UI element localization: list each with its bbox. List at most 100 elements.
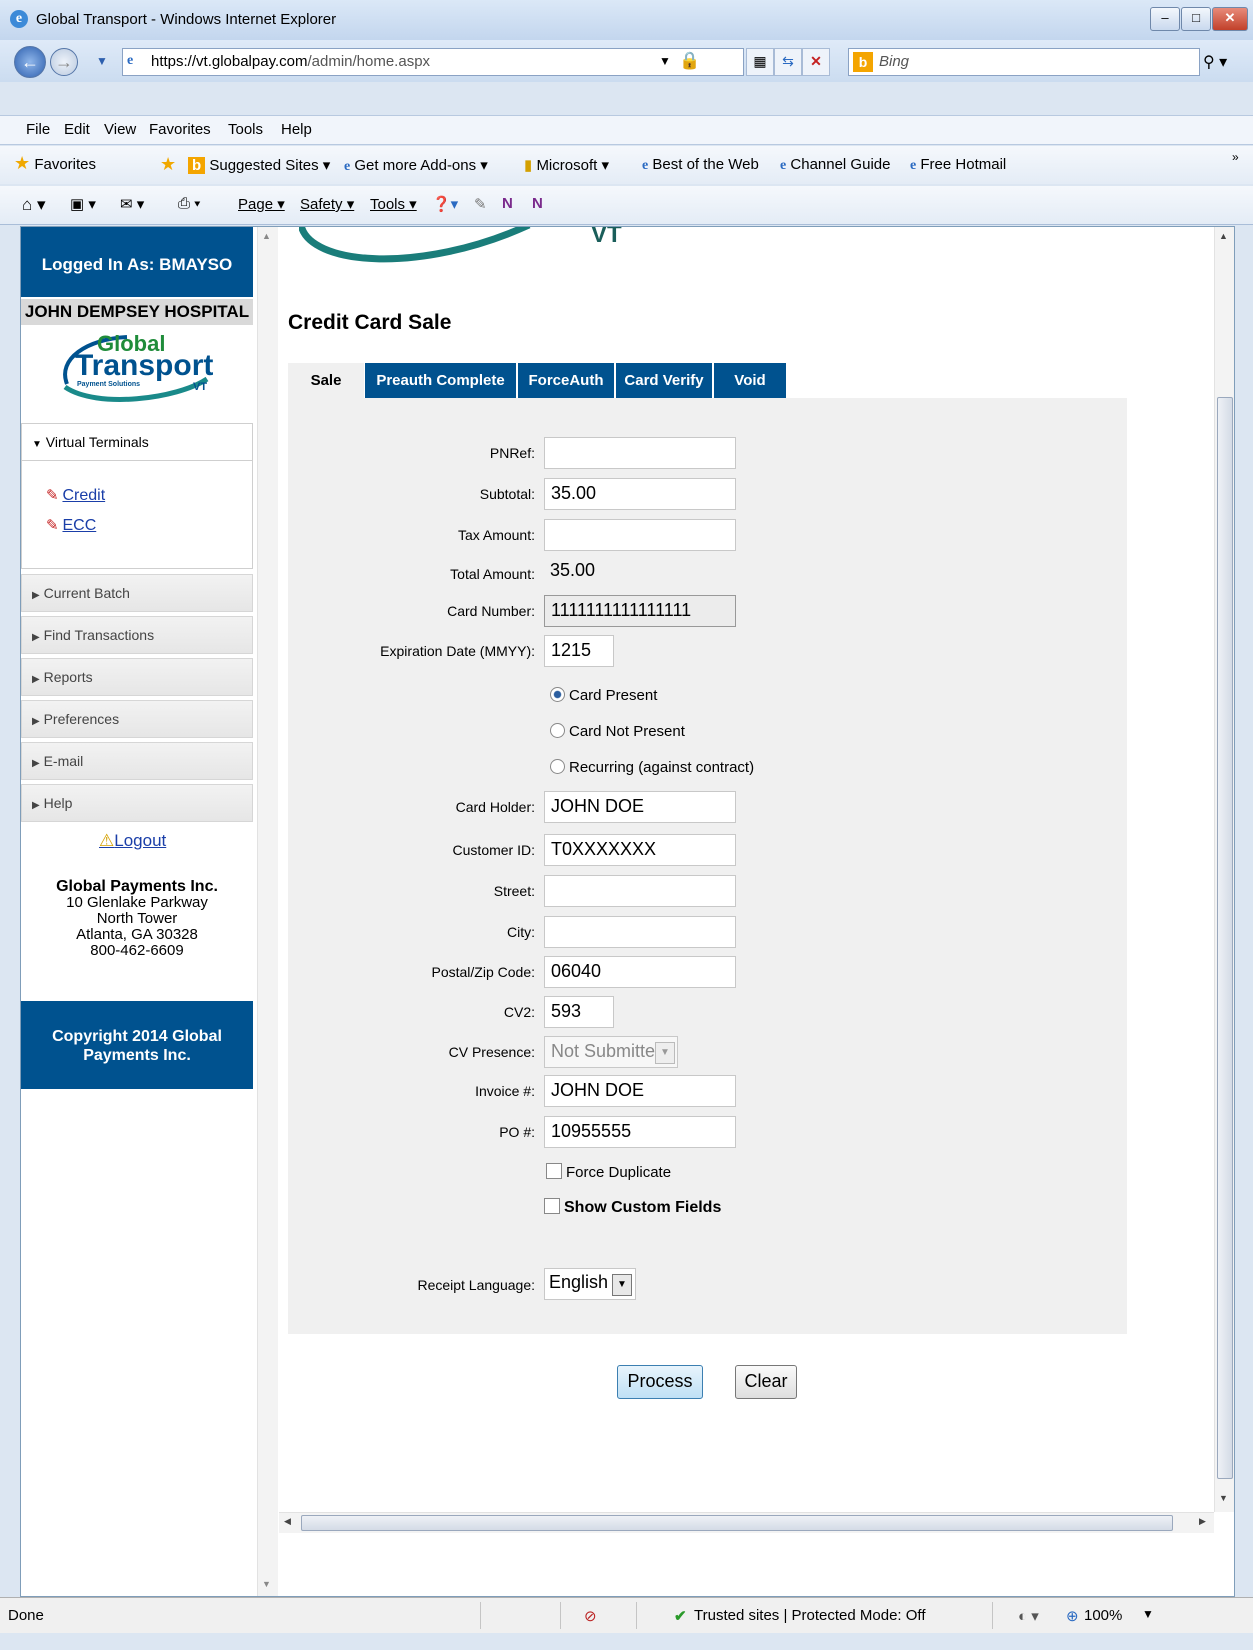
menu-file[interactable]: File bbox=[26, 121, 50, 138]
favorites-bar: ★ Favorites ★ b Suggested Sites ▾ e Get … bbox=[0, 146, 1253, 184]
virtual-terminals-header[interactable]: ▼ Virtual Terminals bbox=[21, 423, 253, 461]
pnref-field[interactable] bbox=[544, 437, 736, 469]
fav-hotmail[interactable]: e Free Hotmail bbox=[910, 156, 1006, 174]
security-zone[interactable]: Trusted sites | Protected Mode: Off bbox=[694, 1607, 926, 1624]
po-field[interactable]: 10955555 bbox=[544, 1116, 736, 1148]
print-icon[interactable]: ⎙ ▾ bbox=[178, 195, 200, 212]
menu-tools[interactable]: Tools bbox=[228, 121, 263, 138]
scroll-up-icon[interactable]: ▲ bbox=[262, 231, 271, 241]
fav-addons[interactable]: e Get more Add-ons ▾ bbox=[344, 156, 488, 175]
horizontal-scroll-thumb[interactable] bbox=[301, 1515, 1173, 1531]
sidebar-item-help[interactable]: ▶ Help bbox=[21, 784, 253, 822]
invoice-field[interactable]: JOHN DOE bbox=[544, 1075, 736, 1107]
refresh-icon[interactable]: ⇆ bbox=[774, 48, 802, 76]
search-icon[interactable]: ⚲ ▾ bbox=[1203, 52, 1227, 72]
tab-void[interactable]: Void bbox=[714, 363, 786, 398]
lock-icon[interactable]: 🔒 bbox=[679, 51, 700, 71]
maximize-button[interactable]: □ bbox=[1181, 7, 1211, 31]
sidebar-item-reports[interactable]: ▶ Reports bbox=[21, 658, 253, 696]
force-duplicate-checkbox[interactable]: Force Duplicate bbox=[546, 1163, 671, 1181]
safety-menu[interactable]: Safety ▾ bbox=[300, 195, 354, 213]
customer-id-field[interactable]: T0XXXXXXX bbox=[544, 834, 736, 866]
tab-preauth-complete[interactable]: Preauth Complete bbox=[365, 363, 516, 398]
compatibility-view-icon[interactable]: ▦ bbox=[746, 48, 774, 76]
home-icon[interactable]: ⌂ ▾ bbox=[22, 195, 46, 215]
research-icon[interactable]: ✎ bbox=[474, 195, 487, 213]
sidebar-scrollbar[interactable]: ▲ ▼ bbox=[257, 227, 278, 1596]
close-button[interactable]: ✕ bbox=[1212, 7, 1248, 31]
address-bar[interactable]: e https://vt.globalpay.com/admin/home.as… bbox=[122, 48, 744, 76]
zoom-icon[interactable]: ⊕ bbox=[1066, 1607, 1079, 1625]
fav-microsoft[interactable]: ▮ Microsoft ▾ bbox=[524, 156, 609, 174]
help-icon[interactable]: ❓▾ bbox=[432, 195, 458, 213]
triangle-down-icon: ▼ bbox=[32, 439, 42, 450]
subtotal-field[interactable]: 35.00 bbox=[544, 478, 736, 510]
back-arrow-icon[interactable]: ← bbox=[14, 46, 46, 78]
scroll-down-icon[interactable]: ▼ bbox=[262, 1579, 271, 1589]
forward-arrow-icon[interactable]: → bbox=[50, 48, 78, 76]
minimize-button[interactable]: – bbox=[1150, 7, 1180, 31]
search-box[interactable]: b Bing bbox=[848, 48, 1200, 76]
tools-menu[interactable]: Tools ▾ bbox=[370, 195, 417, 213]
ecc-link-row[interactable]: ✎ ECC bbox=[46, 516, 96, 535]
tab-forceauth[interactable]: ForceAuth bbox=[518, 363, 614, 398]
street-field[interactable] bbox=[544, 875, 736, 907]
zoom-level[interactable]: 100% bbox=[1084, 1607, 1122, 1624]
logo-transport: Transport bbox=[75, 349, 214, 382]
stop-icon[interactable]: ✕ bbox=[802, 48, 830, 76]
tab-sale[interactable]: Sale bbox=[288, 363, 364, 398]
fav-best-of-web[interactable]: e Best of the Web bbox=[642, 156, 759, 174]
onenote-icon[interactable]: N bbox=[502, 195, 513, 212]
scroll-down-icon[interactable]: ▼ bbox=[1219, 1493, 1228, 1503]
receipt-language-select[interactable]: English ▼ bbox=[544, 1268, 636, 1300]
scroll-thumb[interactable] bbox=[1217, 397, 1233, 1479]
virtual-terminals-label: Virtual Terminals bbox=[45, 434, 149, 450]
expiration-date-field[interactable]: 1215 bbox=[544, 635, 614, 667]
logout-link[interactable]: ⚠Logout bbox=[99, 831, 166, 851]
scroll-left-icon[interactable]: ◀ bbox=[284, 1516, 291, 1527]
add-favorite-icon[interactable]: ★ bbox=[160, 154, 176, 175]
address-dropdown-icon[interactable]: ▼ bbox=[659, 54, 671, 68]
card-holder-field[interactable]: JOHN DOE bbox=[544, 791, 736, 823]
menu-view[interactable]: View bbox=[104, 121, 136, 138]
horizontal-scrollbar[interactable]: ◀ ▶ bbox=[279, 1512, 1214, 1533]
cv-presence-select[interactable]: Not Submitted ▼ bbox=[544, 1036, 678, 1068]
city-field[interactable] bbox=[544, 916, 736, 948]
sidebar-item-email[interactable]: ▶ E-mail bbox=[21, 742, 253, 780]
show-custom-fields-checkbox[interactable]: Show Custom Fields bbox=[544, 1198, 721, 1217]
page-menu[interactable]: Page ▾ bbox=[238, 195, 285, 213]
fav-channel-guide[interactable]: e Channel Guide bbox=[780, 156, 890, 174]
ecc-link[interactable]: ECC bbox=[62, 517, 96, 534]
onenote-linked-icon[interactable]: N bbox=[532, 195, 543, 212]
menu-help[interactable]: Help bbox=[281, 121, 312, 138]
credit-link-row[interactable]: ✎ Credit bbox=[46, 486, 105, 505]
favorites-button[interactable]: ★ Favorites bbox=[14, 153, 96, 174]
recurring-radio[interactable]: Recurring (against contract) bbox=[550, 759, 754, 776]
zip-field[interactable]: 06040 bbox=[544, 956, 736, 988]
tax-amount-field[interactable] bbox=[544, 519, 736, 551]
recent-pages-dropdown-icon[interactable]: ▼ bbox=[96, 54, 108, 68]
feeds-icon[interactable]: ▣ ▾ bbox=[70, 195, 96, 213]
mail-icon[interactable]: ✉ ▾ bbox=[120, 195, 144, 213]
protected-mode-icon[interactable]: ◐ ▾ bbox=[1018, 1607, 1039, 1625]
sidebar-item-find-transactions[interactable]: ▶ Find Transactions bbox=[21, 616, 253, 654]
process-button[interactable]: Process bbox=[617, 1365, 703, 1399]
menu-favorites[interactable]: Favorites bbox=[149, 121, 211, 138]
clear-button[interactable]: Clear bbox=[735, 1365, 797, 1399]
card-number-field[interactable]: 1111111111111111 bbox=[544, 595, 736, 627]
scroll-up-icon[interactable]: ▲ bbox=[1219, 231, 1228, 241]
card-present-radio[interactable]: Card Present bbox=[550, 687, 657, 704]
credit-link[interactable]: Credit bbox=[62, 487, 105, 504]
fav-suggested-sites[interactable]: b Suggested Sites ▾ bbox=[188, 156, 330, 174]
tab-card-verify[interactable]: Card Verify bbox=[616, 363, 712, 398]
blocked-content-icon[interactable]: ⊘ bbox=[584, 1607, 597, 1625]
zoom-dropdown-icon[interactable]: ▼ bbox=[1142, 1607, 1154, 1621]
menu-edit[interactable]: Edit bbox=[64, 121, 90, 138]
card-not-present-radio[interactable]: Card Not Present bbox=[550, 723, 685, 740]
chevron-more-icon[interactable]: » bbox=[1232, 150, 1239, 164]
scroll-right-icon[interactable]: ▶ bbox=[1199, 1516, 1206, 1527]
cv2-field[interactable]: 593 bbox=[544, 996, 614, 1028]
sidebar-item-preferences[interactable]: ▶ Preferences bbox=[21, 700, 253, 738]
sidebar-item-label: Current Batch bbox=[43, 585, 130, 601]
sidebar-item-current-batch[interactable]: ▶ Current Batch bbox=[21, 574, 253, 612]
